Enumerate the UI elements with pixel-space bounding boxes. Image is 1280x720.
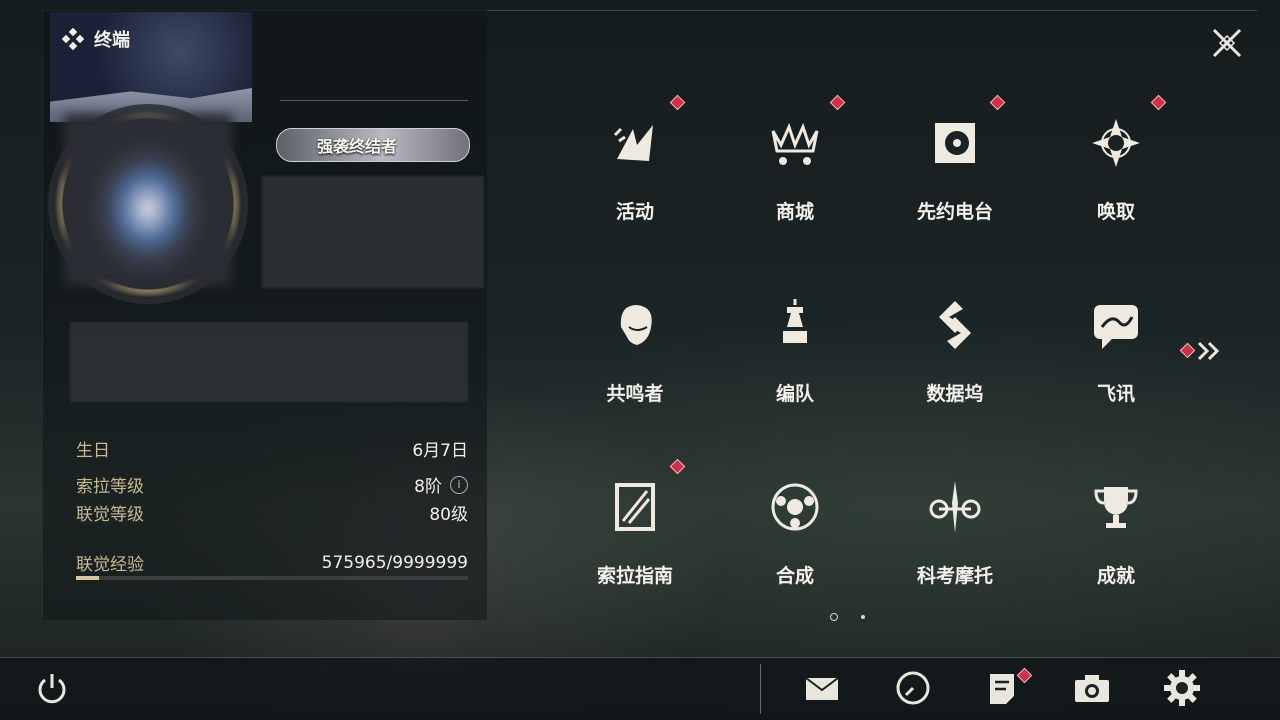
signature-redacted <box>262 176 484 288</box>
settings-button[interactable] <box>1162 668 1202 708</box>
menu-item[interactable]: 活动 <box>565 94 705 250</box>
union-level-value: 80级 <box>429 505 468 525</box>
chess-team-icon <box>783 299 807 343</box>
next-page-button[interactable] <box>1196 340 1222 362</box>
menu-item[interactable]: 编队 <box>725 282 865 432</box>
mail-button[interactable] <box>802 668 842 708</box>
mail-icon <box>805 677 839 700</box>
bio-redacted <box>70 322 468 402</box>
clock-icon <box>896 671 930 705</box>
bottom-separator <box>760 664 761 714</box>
menu-item-label: 唤取 <box>1096 201 1135 223</box>
double-chevron-right-icon <box>1197 341 1220 361</box>
menu-item-label: 合成 <box>775 565 814 587</box>
sola-level-value-wrap: 8阶 i <box>414 472 468 497</box>
convene-compass-icon <box>1092 119 1140 167</box>
close-icon <box>1212 28 1242 58</box>
notes-button[interactable] <box>982 668 1022 708</box>
menu-item[interactable]: 飞讯 <box>1046 282 1186 432</box>
menu-item-label: 数据坞 <box>926 383 984 405</box>
union-exp-bar <box>76 576 468 580</box>
power-icon <box>38 674 66 704</box>
union-exp-value: 575965/9999999 <box>321 552 468 573</box>
time-button[interactable] <box>893 668 933 708</box>
menu-item[interactable]: 科考摩托 <box>885 464 1025 614</box>
avatar[interactable] <box>64 114 232 286</box>
shop-crown-cart-icon <box>771 122 819 165</box>
union-level-label: 联觉等级 <box>76 505 144 525</box>
menu-item-label: 商城 <box>775 201 814 223</box>
terminal-title: 终端 <box>62 26 130 52</box>
title-badge[interactable]: 强袭终结者 <box>276 128 470 162</box>
union-level-row: 联觉等级 80级 <box>76 500 468 525</box>
sola-level-row: 索拉等级 8阶 i <box>76 472 468 497</box>
menu-item[interactable]: 商城 <box>725 94 865 250</box>
camera-icon <box>1075 675 1109 702</box>
title-badge-label: 强袭终结者 <box>317 137 398 156</box>
radio-icon <box>935 123 975 163</box>
message-icon <box>1094 305 1138 349</box>
resonator-head-icon <box>620 305 652 345</box>
motorcycle-icon <box>929 481 981 533</box>
trophy-icon <box>1094 487 1138 528</box>
data-dock-icon <box>939 301 971 349</box>
birthday-label: 生日 <box>76 441 110 461</box>
union-exp-label: 联觉经验 <box>76 555 144 575</box>
notify-dot <box>829 94 846 111</box>
guide-icon <box>615 483 655 531</box>
bottom-bar <box>0 658 1280 720</box>
menu-item-label: 活动 <box>615 201 654 223</box>
camera-button[interactable] <box>1072 668 1112 708</box>
notes-icon <box>990 674 1014 704</box>
notify-dot <box>1150 94 1167 111</box>
notify-dot <box>989 94 1006 111</box>
menu-item-label: 飞讯 <box>1096 383 1135 405</box>
menu-item[interactable]: 成就 <box>1046 464 1186 614</box>
notify-dot <box>669 458 686 475</box>
synthesis-icon <box>771 483 819 531</box>
notify-dot <box>669 94 686 111</box>
menu-item-label: 科考摩托 <box>916 565 993 587</box>
menu-item[interactable]: 数据坞 <box>885 282 1025 432</box>
menu-item[interactable]: 索拉指南 <box>565 458 705 614</box>
union-exp-fill <box>76 576 99 580</box>
menu-item-label: 索拉指南 <box>596 565 673 587</box>
menu-item-label: 成就 <box>1096 565 1135 587</box>
page-title: 终端 <box>94 30 130 51</box>
menu-item[interactable]: 先约电台 <box>885 94 1025 250</box>
info-icon[interactable]: i <box>450 475 468 494</box>
power-button[interactable] <box>32 668 72 708</box>
diamond-cluster-icon <box>62 28 84 50</box>
birthday-row: 生日 6月7日 <box>76 436 468 461</box>
menu-item-label: 编队 <box>775 383 814 405</box>
name-divider <box>280 100 468 101</box>
settings-icon <box>1164 670 1200 706</box>
sola-level-value: 8阶 <box>414 477 442 497</box>
activity-icon <box>613 125 653 161</box>
close-button[interactable] <box>1208 24 1246 62</box>
birthday-value: 6月7日 <box>412 441 468 461</box>
pager-dot-1[interactable] <box>830 613 838 621</box>
menu-item[interactable]: 合成 <box>725 464 865 614</box>
pager-dot-2[interactable] <box>861 615 865 619</box>
menu-item[interactable]: 唤取 <box>1046 94 1186 250</box>
menu-item[interactable]: 共鸣者 <box>565 282 705 432</box>
union-exp-row: 联觉经验 575965/9999999 <box>76 550 468 576</box>
sola-level-label: 索拉等级 <box>76 477 144 497</box>
menu-item-label: 共鸣者 <box>606 383 664 405</box>
menu-item-label: 先约电台 <box>916 201 993 223</box>
